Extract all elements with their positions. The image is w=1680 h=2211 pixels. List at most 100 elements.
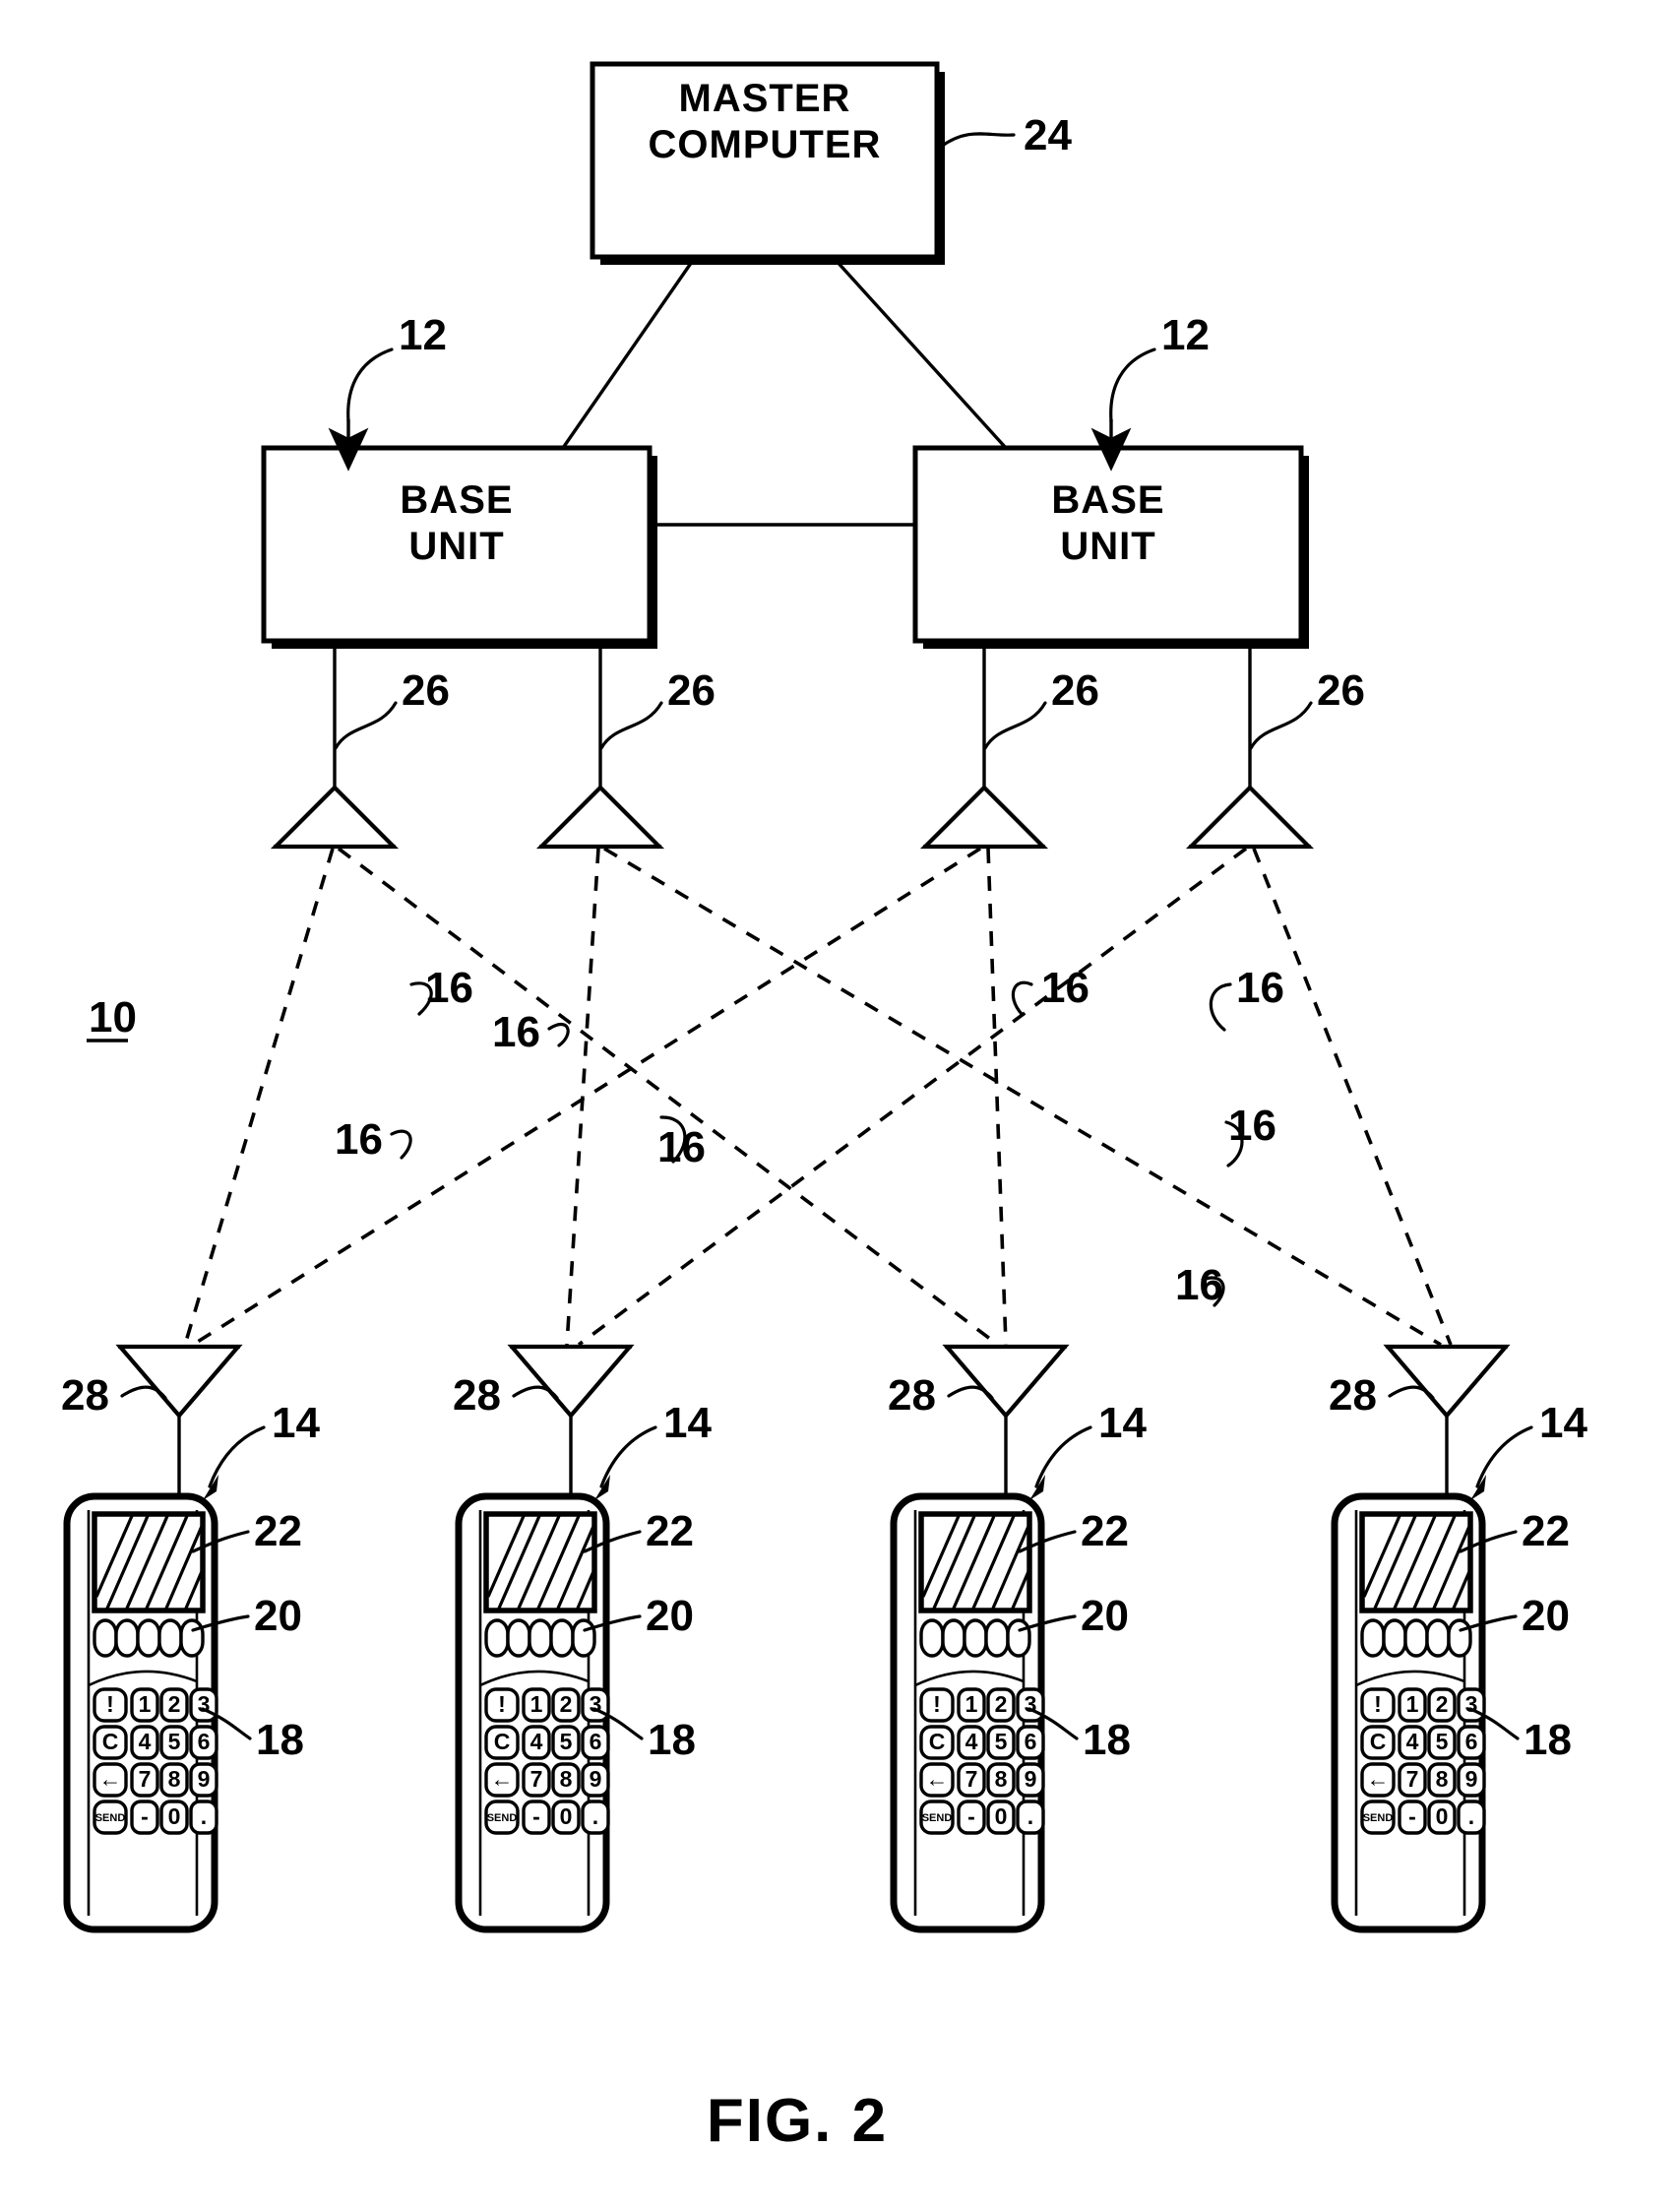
handset-3-key-5: 5 xyxy=(995,1729,1008,1754)
ref-22-3-label: 22 xyxy=(1081,1507,1129,1555)
handset-1-key-dash: - xyxy=(141,1803,149,1829)
handset-3-key-excl: ! xyxy=(933,1691,941,1717)
handset-2-soft-keys[interactable] xyxy=(484,1618,596,1658)
handset-3-key-dash: - xyxy=(967,1803,975,1829)
ref-14-3-label: 14 xyxy=(1098,1399,1147,1447)
base-unit-left-node: BASE UNIT 12 xyxy=(261,311,657,649)
ref-28-2-label: 28 xyxy=(453,1371,501,1420)
handset-4-key-dash: - xyxy=(1408,1803,1416,1829)
handset-1-key-7: 7 xyxy=(139,1766,152,1792)
handset-1-key-clear: C xyxy=(102,1729,119,1754)
handset-2-key-clear: C xyxy=(494,1729,511,1754)
handset-4-antenna-triangle xyxy=(1383,1344,1511,1420)
wireless-link-a1-m1 xyxy=(183,848,335,1346)
handset-4-soft-keys[interactable] xyxy=(1360,1618,1472,1658)
ref-26-2-label: 26 xyxy=(667,666,716,715)
handset-4-key-dot: . xyxy=(1468,1803,1474,1829)
ref-26-3-label: 26 xyxy=(1051,666,1099,715)
ref-14-1-label: 14 xyxy=(272,1399,320,1447)
ref-16-8-label: 16 xyxy=(1175,1261,1223,1309)
base-antenna-4-triangle xyxy=(1185,785,1315,850)
ref-26-4-leader xyxy=(1249,701,1313,750)
handset-3-antenna-triangle xyxy=(942,1344,1070,1420)
handset-4-key-4: 4 xyxy=(1406,1729,1419,1754)
handset-3-key-9: 9 xyxy=(1025,1766,1037,1792)
handset-4: 28 14 22 20 ! 1 2 3 C 4 5 6 ← 7 8 9 SEND… xyxy=(1329,1344,1587,1933)
link-master-base-left xyxy=(561,258,696,449)
handset-1-key-8: 8 xyxy=(168,1766,181,1792)
ref-14-2-arrowhead xyxy=(594,1475,610,1500)
handset-2-key-back: ← xyxy=(491,1766,514,1792)
base-antenna-2: 26 xyxy=(535,649,716,850)
ref-14-3-arrowhead xyxy=(1029,1475,1045,1500)
handset-4-key-send: SEND xyxy=(1363,1812,1394,1824)
handset-1-key-send: SEND xyxy=(95,1812,126,1824)
handset-1-key-5: 5 xyxy=(168,1729,181,1754)
ref-18-3-label: 18 xyxy=(1083,1716,1131,1764)
handset-4-key-7: 7 xyxy=(1406,1766,1419,1792)
handset-1-key-4: 4 xyxy=(139,1729,152,1754)
ref-16-5-leader xyxy=(390,1129,412,1160)
handset-2-key-dot: . xyxy=(592,1803,598,1829)
handset-3-key-2: 2 xyxy=(995,1691,1008,1717)
handset-2-key-8: 8 xyxy=(560,1766,573,1792)
handset-2-key-excl: ! xyxy=(498,1691,506,1717)
wireless-link-a3-m3 xyxy=(986,848,1008,1346)
handset-1-key-0: 0 xyxy=(168,1803,181,1829)
wireless-link-a2-m4 xyxy=(603,847,1442,1347)
handset-1-soft-keys[interactable] xyxy=(93,1618,205,1658)
handset-2-key-dash: - xyxy=(532,1803,540,1829)
system-ref-label: 10 xyxy=(89,993,137,1042)
ref-12-right-label: 12 xyxy=(1161,311,1210,359)
ref-28-4-label: 28 xyxy=(1329,1371,1377,1420)
ref-14-2-label: 14 xyxy=(663,1399,712,1447)
link-master-base-right xyxy=(833,257,1008,450)
ref-20-3-label: 20 xyxy=(1081,1592,1129,1640)
ref-22-4-label: 22 xyxy=(1522,1507,1570,1555)
figure-canvas: MASTER COMPUTER 24 BASE UNIT 12 BASE UNI… xyxy=(61,61,1587,2155)
handset-2-key-4: 4 xyxy=(530,1729,543,1754)
ref-18-4-label: 18 xyxy=(1524,1716,1572,1764)
ref-14-4-label: 14 xyxy=(1539,1399,1587,1447)
patent-figure: MASTER COMPUTER 24 BASE UNIT 12 BASE UNI… xyxy=(0,0,1680,2211)
base-unit-left-label-line1: BASE xyxy=(400,478,513,522)
ref-16-3-label: 16 xyxy=(1041,964,1089,1012)
handset-3-soft-keys[interactable] xyxy=(919,1618,1031,1658)
ref-12-left-label: 12 xyxy=(399,311,447,359)
handset-4-key-clear: C xyxy=(1370,1729,1387,1754)
wireless-link-a2-m2 xyxy=(565,848,600,1346)
ref-16-2-leader xyxy=(547,1022,570,1047)
handset-2-key-7: 7 xyxy=(530,1766,543,1792)
base-antenna-2-triangle xyxy=(535,785,665,850)
handset-1-key-9: 9 xyxy=(198,1766,211,1792)
handset-3-key-7: 7 xyxy=(965,1766,978,1792)
ref-20-4-label: 20 xyxy=(1522,1592,1570,1640)
ref-26-4-label: 26 xyxy=(1317,666,1365,715)
handset-4-key-0: 0 xyxy=(1436,1803,1449,1829)
handset-3-key-1: 1 xyxy=(965,1691,978,1717)
handset-1-key-back: ← xyxy=(99,1766,122,1792)
handset-3-key-back: ← xyxy=(926,1766,949,1792)
ref-18-2-label: 18 xyxy=(648,1716,696,1764)
ref-22-1-label: 22 xyxy=(254,1507,302,1555)
handset-4-key-back: ← xyxy=(1367,1766,1390,1792)
handset-1-key-dot: . xyxy=(201,1803,207,1829)
handset-2-key-9: 9 xyxy=(590,1766,602,1792)
base-antenna-3: 26 xyxy=(919,649,1099,850)
ref-14-1-arrowhead xyxy=(203,1475,218,1500)
master-computer-node: MASTER COMPUTER 24 xyxy=(590,61,1072,265)
handset-4-key-1: 1 xyxy=(1406,1691,1419,1717)
handset-1: 28 14 22 20 ! 1 2 3 C 4 5 6 ← 7 8 9 SEND… xyxy=(61,1344,320,1933)
base-antenna-4: 26 xyxy=(1185,649,1365,850)
ref-20-2-label: 20 xyxy=(646,1592,694,1640)
handset-3-key-dot: . xyxy=(1027,1803,1033,1829)
ref-16-1-label: 16 xyxy=(425,964,473,1012)
base-unit-right-node: BASE UNIT 12 xyxy=(912,311,1309,649)
system-ref-10: 10 xyxy=(87,993,137,1042)
handset-4-key-excl: ! xyxy=(1374,1691,1382,1717)
handset-2: 28 14 22 20 ! 1 2 3 C 4 5 6 ← 7 8 9 SEND… xyxy=(453,1344,712,1933)
handset-1-key-6: 6 xyxy=(198,1729,211,1754)
ref-26-1-leader xyxy=(334,701,398,750)
handset-4-key-5: 5 xyxy=(1436,1729,1449,1754)
handset-1-key-1: 1 xyxy=(139,1691,152,1717)
